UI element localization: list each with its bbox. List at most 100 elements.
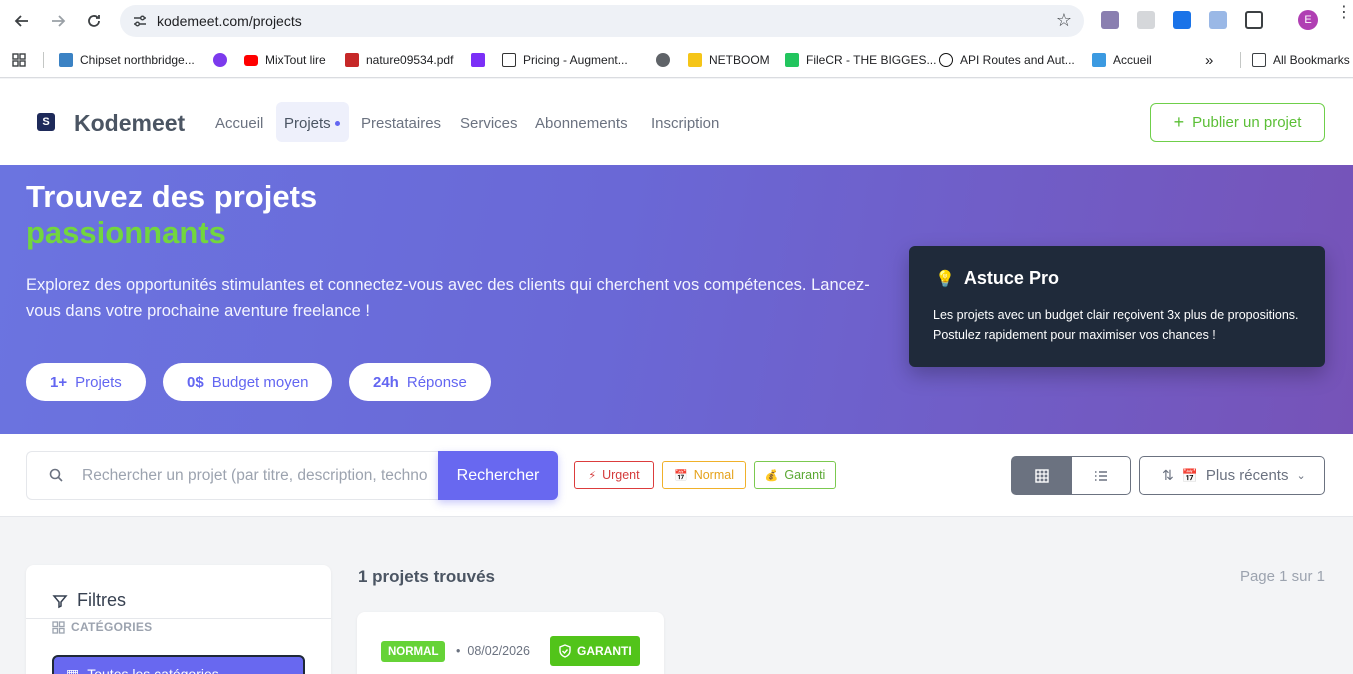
bookmark-all[interactable]: All Bookmarks	[1240, 51, 1350, 69]
pro-tip-card: 💡 Astuce Pro Les projets avec un budget …	[909, 246, 1325, 367]
search-button[interactable]: Rechercher	[438, 451, 558, 500]
grid-view-button[interactable]	[1011, 456, 1072, 495]
calendar-icon: 📅	[674, 469, 688, 482]
forward-icon[interactable]	[46, 9, 70, 33]
bookmarks-bar: Chipset northbridge... MixTout lire natu…	[0, 42, 1353, 78]
pro-tip-text: Les projets avec un budget clair reçoive…	[933, 308, 1299, 342]
extension-translate-icon[interactable]	[1173, 11, 1191, 29]
guarantee-badge: GARANTI	[550, 636, 640, 666]
browser-toolbar: kodemeet.com/projects ☆ E ⋮	[0, 0, 1353, 42]
page-indicator: Page 1 sur 1	[1239, 568, 1325, 585]
search-input[interactable]	[82, 462, 427, 490]
bookmark-pricing-augment[interactable]: Pricing - Augment...	[502, 51, 628, 69]
kodemeet-logo-icon[interactable]: S	[37, 113, 55, 131]
nav-accueil[interactable]: Accueil	[215, 115, 263, 132]
filters-title: Filtres	[52, 590, 126, 611]
hero-description: Explorez des opportunités stimulantes et…	[26, 276, 870, 320]
stat-budget: 0$ Budget moyen	[163, 363, 333, 401]
stat-value: 0$	[187, 373, 204, 391]
site-settings-icon[interactable]	[132, 13, 148, 29]
results-count: 1 projets trouvés	[358, 567, 495, 586]
priority-badge: NORMAL	[381, 641, 446, 662]
hero-title-highlight: passionnants	[26, 215, 226, 250]
site-header: S Kodemeet Accueil Projets Prestataires …	[0, 79, 1353, 165]
address-bar[interactable]: kodemeet.com/projects ☆	[120, 5, 1084, 37]
youtube-icon	[244, 54, 258, 66]
bookmark-filecr[interactable]: FileCR - THE BIGGES...	[785, 51, 936, 69]
filter-tag-garanti[interactable]: 💰 Garanti	[754, 461, 836, 489]
chipset-icon	[59, 53, 73, 67]
chevron-down-icon: ⌄	[1296, 470, 1306, 482]
stat-response: 24h Réponse	[349, 363, 491, 401]
back-icon[interactable]	[10, 9, 34, 33]
bookmark-api-routes[interactable]: API Routes and Aut...	[939, 51, 1075, 69]
site-logo-text[interactable]: Kodemeet	[74, 110, 185, 137]
bookmark-bootstrap[interactable]	[471, 51, 492, 69]
bookmark-mixtout[interactable]: MixTout lire	[244, 51, 326, 69]
nav-prestataires[interactable]: Prestataires	[361, 115, 441, 132]
filter-tag-urgent[interactable]: ⚡ Urgent	[574, 461, 654, 489]
nav-services[interactable]: Services	[460, 115, 518, 132]
calendar-icon: 📅	[1181, 467, 1198, 483]
bookmark-star-icon[interactable]: ☆	[1056, 10, 1072, 31]
lightbulb-icon: 💡	[935, 270, 955, 288]
lightning-icon: ⚡	[588, 469, 597, 482]
plus-icon: +	[1173, 112, 1185, 132]
sort-dropdown[interactable]: ⇅ 📅 Plus récents ⌄	[1139, 456, 1325, 495]
bookmark-globe[interactable]	[656, 51, 677, 69]
categories-heading: CATÉGORIES	[52, 620, 152, 634]
list-view-button[interactable]	[1071, 456, 1131, 495]
profile-avatar[interactable]: E	[1298, 10, 1318, 30]
dot-separator: •	[456, 644, 461, 658]
money-bag-icon: 💰	[764, 469, 779, 482]
sort-arrows-icon: ⇅	[1162, 467, 1174, 483]
nav-projets[interactable]: Projets	[276, 102, 349, 142]
filter-tag-normal[interactable]: 📅 Normal	[662, 461, 746, 489]
publish-project-label: Publier un projet	[1192, 114, 1302, 131]
nav-abonnements[interactable]: Abonnements	[535, 115, 628, 132]
extension-cat-icon[interactable]	[1101, 11, 1119, 29]
accueil-icon	[1092, 53, 1106, 67]
filters-panel: Filtres CATÉGORIES ▦ Toutes les catégori…	[26, 565, 331, 674]
filters-divider	[26, 618, 331, 619]
all-categories-button[interactable]: ▦ Toutes les catégories	[52, 655, 305, 674]
augment-icon	[502, 53, 516, 67]
stat-projects: 1+ Projets	[26, 363, 146, 401]
bookmarks-divider	[43, 52, 44, 68]
apps-grid-icon[interactable]	[12, 51, 26, 69]
stat-label: Projets	[75, 373, 122, 391]
netboom-icon	[688, 53, 702, 67]
bookmark-netboom[interactable]: NETBOOM	[688, 51, 770, 69]
hero-title: Trouvez des projets	[26, 179, 318, 214]
nav-projets-label: Projets	[284, 115, 331, 132]
api-icon	[939, 53, 953, 67]
folder-icon	[1252, 53, 1266, 67]
extension-doc-icon[interactable]	[1137, 11, 1155, 29]
shield-check-icon	[559, 644, 571, 658]
pdf-icon	[345, 53, 359, 67]
bookmark-nature-pdf[interactable]: nature09534.pdf	[345, 51, 453, 69]
filecr-icon	[785, 53, 799, 67]
active-dot-icon	[335, 121, 340, 126]
extension-notes-icon[interactable]	[1209, 11, 1227, 29]
globe-icon	[656, 53, 670, 67]
swirl-icon	[213, 53, 227, 67]
reload-icon[interactable]	[82, 9, 106, 33]
stat-value: 24h	[373, 373, 399, 391]
bookmark-swirl[interactable]	[213, 51, 234, 69]
bootstrap-icon	[471, 53, 485, 67]
list-icon	[1095, 470, 1107, 481]
funnel-icon	[52, 594, 68, 608]
browser-menu-icon[interactable]: ⋮	[1336, 5, 1352, 21]
table-icon: ▦	[66, 665, 80, 674]
project-card[interactable]: NORMAL • 08/02/2026 GARANTI	[357, 612, 664, 674]
publish-project-button[interactable]: + Publier un projet	[1150, 103, 1325, 142]
extensions-puzzle-icon[interactable]	[1245, 11, 1263, 29]
more-bookmarks-icon[interactable]: »	[1205, 51, 1213, 69]
bookmark-accueil[interactable]: Accueil	[1092, 51, 1152, 69]
categories-grid-icon	[52, 620, 65, 634]
url-text[interactable]: kodemeet.com/projects	[157, 13, 302, 29]
bookmark-chipset[interactable]: Chipset northbridge...	[59, 51, 195, 69]
pro-tip-title: 💡 Astuce Pro	[935, 268, 1059, 288]
nav-inscription[interactable]: Inscription	[651, 115, 719, 132]
